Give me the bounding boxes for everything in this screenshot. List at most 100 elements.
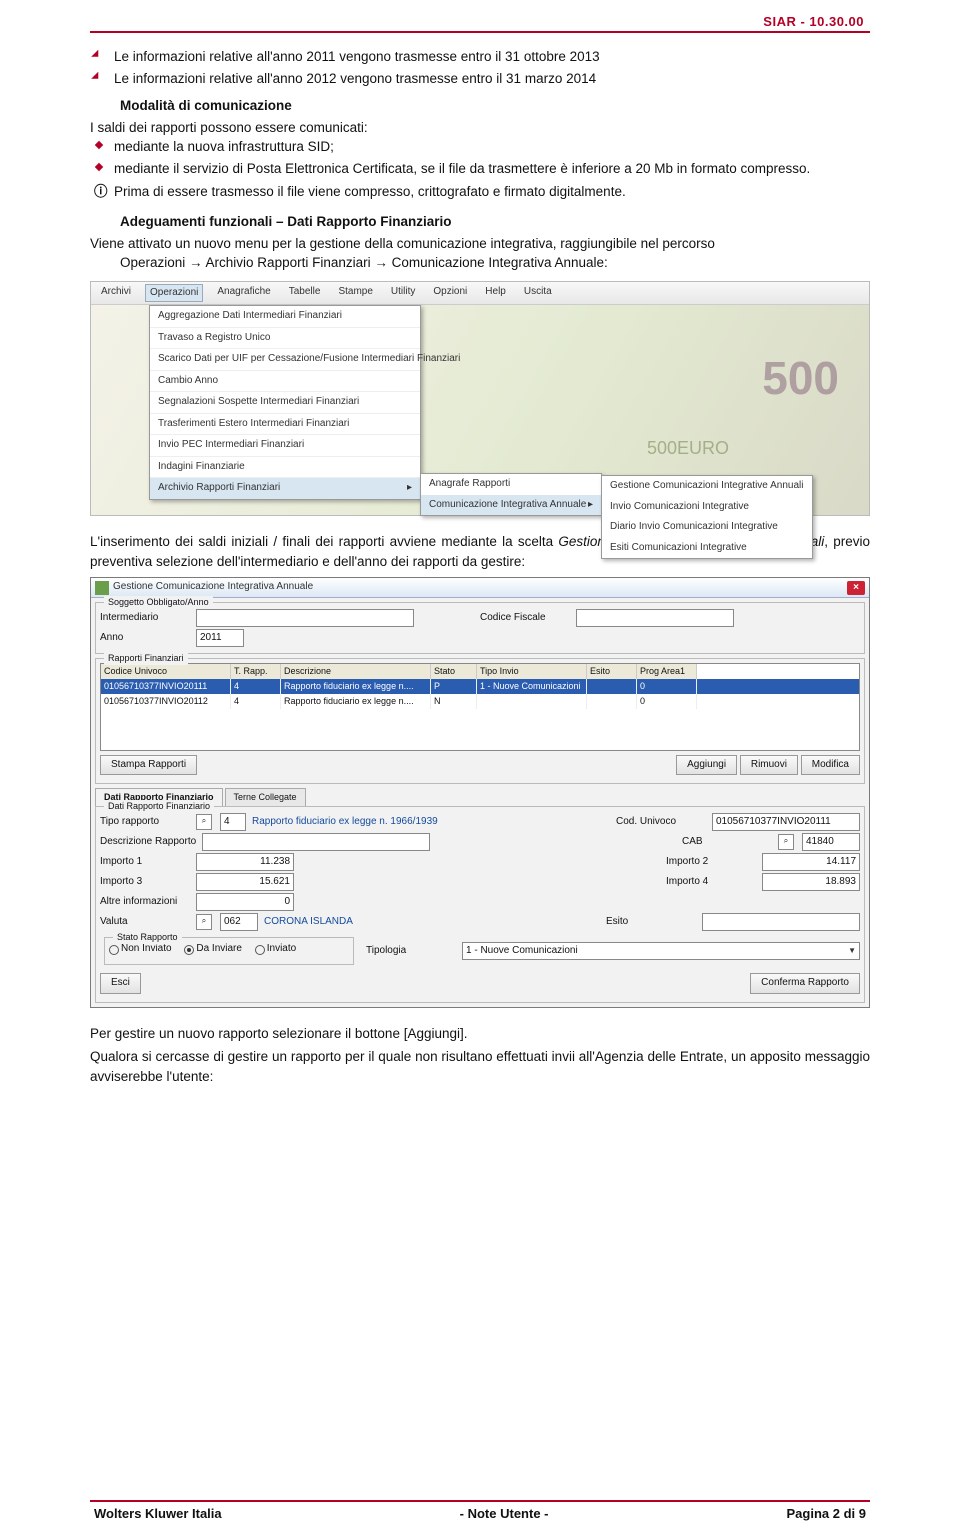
valuta-desc: CORONA ISLANDA <box>264 915 353 930</box>
menu-item[interactable]: Archivi <box>97 284 135 303</box>
label-cod-univoco: Cod. Univoco <box>616 815 706 830</box>
menu-item[interactable]: Utility <box>387 284 419 303</box>
data-grid[interactable]: Codice UnivocoT. Rapp.DescrizioneStatoTi… <box>100 663 860 751</box>
modifica-button[interactable]: Modifica <box>801 755 860 776</box>
menu-item[interactable]: Invio PEC Intermediari Finanziari <box>150 435 420 457</box>
label-valuta: Valuta <box>100 915 190 930</box>
menu-item[interactable]: Indagini Finanziarie <box>150 457 420 479</box>
section-adeguamenti-head: Adeguamenti funzionali – Dati Rapporto F… <box>120 212 870 232</box>
paragraph: I saldi dei rapporti possono essere comu… <box>90 118 870 138</box>
list-item: Le informazioni relative all'anno 2011 v… <box>90 47 870 67</box>
cod-univoco-input[interactable]: 01056710377INVIO20111 <box>712 813 860 831</box>
table-row[interactable]: 01056710377INVIO201114Rapporto fiduciari… <box>101 679 859 694</box>
label-importo2: Importo 2 <box>666 855 756 870</box>
paragraph: Per gestire un nuovo rapporto selezionar… <box>90 1024 870 1044</box>
menu-item[interactable]: Invio Comunicazioni Integrative <box>602 497 812 518</box>
valuta-code-input[interactable]: 062 <box>220 913 258 931</box>
tipologia-select[interactable]: 1 - Nuove Comunicazioni▼ <box>462 942 860 960</box>
label-descrizione: Descrizione Rapporto <box>100 835 196 850</box>
menubar: Archivi Operazioni Anagrafiche Tabelle S… <box>91 282 869 306</box>
section-modalita-head: Modalità di comunicazione <box>90 96 870 116</box>
menu-item[interactable]: Anagrafiche <box>213 284 274 303</box>
menu-item[interactable]: Gestione Comunicazioni Integrative Annua… <box>602 476 812 497</box>
footer-center: - Note Utente - <box>460 1506 549 1521</box>
altre-info-input[interactable]: 0 <box>196 893 294 911</box>
chevron-right-icon: ▸ <box>407 481 412 496</box>
importo1-input[interactable]: 11.238 <box>196 853 294 871</box>
info-note: ⓘ Prima di essere trasmesso il file vien… <box>90 182 870 202</box>
cab-input[interactable]: 41840 <box>802 833 860 851</box>
tab-terne[interactable]: Terne Collegate <box>225 788 306 806</box>
menu-item[interactable]: Operazioni <box>145 284 203 303</box>
grid-header: Codice UnivocoT. Rapp.DescrizioneStatoTi… <box>101 664 859 679</box>
menu-item[interactable]: Anagrafe Rapporti <box>421 474 601 495</box>
label-anno: Anno <box>100 631 190 646</box>
arrow-list: Le informazioni relative all'anno 2011 v… <box>90 47 870 88</box>
lookup-icon[interactable]: ⌕ <box>196 814 212 830</box>
footer-rule <box>90 1500 870 1502</box>
stampa-button[interactable]: Stampa Rapporti <box>100 755 197 776</box>
info-icon: ⓘ <box>94 182 108 202</box>
esci-button[interactable]: Esci <box>100 973 141 994</box>
codice-fiscale-input[interactable] <box>576 609 734 627</box>
conferma-button[interactable]: Conferma Rapporto <box>750 973 860 994</box>
label-esito: Esito <box>606 915 696 930</box>
menu-item[interactable]: Trasferimenti Estero Intermediari Finanz… <box>150 414 420 436</box>
app-icon <box>95 581 109 595</box>
menu-item[interactable]: Stampe <box>334 284 376 303</box>
importo2-input[interactable]: 14.117 <box>762 853 860 871</box>
lookup-icon[interactable]: ⌕ <box>778 834 794 850</box>
radio-da-inviare[interactable]: Da Inviare <box>184 942 242 957</box>
menu-item[interactable]: Travaso a Registro Unico <box>150 328 420 350</box>
label-tipologia: Tipologia <box>366 944 456 959</box>
header-code: SIAR - 10.30.00 <box>90 14 870 29</box>
footer-right: Pagina 2 di 9 <box>787 1506 866 1521</box>
menu-item[interactable]: Aggregazione Dati Intermediari Finanziar… <box>150 306 420 328</box>
dialog-title: Gestione Comunicazione Integrativa Annua… <box>113 580 847 595</box>
menu-item[interactable]: Tabelle <box>285 284 325 303</box>
list-item: mediante il servizio di Posta Elettronic… <box>90 159 870 179</box>
group-stato-rapporto: Stato Rapporto Non Inviato Da Inviare In… <box>104 937 354 965</box>
tipo-rapporto-desc: Rapporto fiduciario ex legge n. 1966/193… <box>252 815 438 830</box>
submenu-archivio: Anagrafe Rapporti Comunicazione Integrat… <box>420 473 602 516</box>
menu-item[interactable]: Help <box>481 284 510 303</box>
descrizione-input[interactable] <box>202 833 430 851</box>
label-importo4: Importo 4 <box>666 875 756 890</box>
intermediario-input[interactable] <box>196 609 414 627</box>
group-dati-rapporto: Dati Rapporto Finanziario Tipo rapporto … <box>95 806 865 1002</box>
importo4-input[interactable]: 18.893 <box>762 873 860 891</box>
label-intermediario: Intermediario <box>100 611 190 626</box>
label-codice-fiscale: Codice Fiscale <box>480 611 570 626</box>
label-cab: CAB <box>682 835 772 850</box>
menu-item[interactable]: Scarico Dati per UIF per Cessazione/Fusi… <box>150 349 420 371</box>
aggiungi-button[interactable]: Aggiungi <box>676 755 737 776</box>
menu-item[interactable]: Comunicazione Integrativa Annuale▸ <box>421 495 601 516</box>
menu-item[interactable]: Segnalazioni Sospette Intermediari Finan… <box>150 392 420 414</box>
screenshot-menu: Archivi Operazioni Anagrafiche Tabelle S… <box>90 281 870 517</box>
importo3-input[interactable]: 15.621 <box>196 873 294 891</box>
menu-item[interactable]: Archivio Rapporti Finanziari▸ <box>150 478 420 499</box>
menu-item[interactable]: Diario Invio Comunicazioni Integrative <box>602 517 812 538</box>
screenshot-dialog: Gestione Comunicazione Integrativa Annua… <box>90 577 870 1007</box>
bg-watermark: 500EURO <box>647 435 729 461</box>
radio-inviato[interactable]: Inviato <box>255 942 296 957</box>
radio-non-inviato[interactable]: Non Inviato <box>109 942 172 957</box>
menu-item[interactable]: Opzioni <box>429 284 471 303</box>
table-row[interactable]: 01056710377INVIO201124Rapporto fiduciari… <box>101 694 859 709</box>
footer: Wolters Kluwer Italia - Note Utente - Pa… <box>90 1506 870 1521</box>
menu-item[interactable]: Esiti Comunicazioni Integrative <box>602 538 812 559</box>
bg-watermark: 500 <box>762 345 839 412</box>
menu-item[interactable]: Cambio Anno <box>150 371 420 393</box>
tipo-rapporto-input[interactable]: 4 <box>220 813 246 831</box>
label-importo1: Importo 1 <box>100 855 190 870</box>
lookup-icon[interactable]: ⌕ <box>196 914 212 930</box>
chevron-down-icon: ▼ <box>848 945 856 957</box>
anno-input[interactable]: 2011 <box>196 629 244 647</box>
menu-item[interactable]: Uscita <box>520 284 556 303</box>
paragraph: Qualora si cercasse di gestire un rappor… <box>90 1047 870 1086</box>
close-icon[interactable]: × <box>847 581 865 595</box>
list-item: Le informazioni relative all'anno 2012 v… <box>90 69 870 89</box>
paragraph: Viene attivato un nuovo menu per la gest… <box>90 234 870 254</box>
esito-input[interactable] <box>702 913 860 931</box>
rimuovi-button[interactable]: Rimuovi <box>740 755 798 776</box>
